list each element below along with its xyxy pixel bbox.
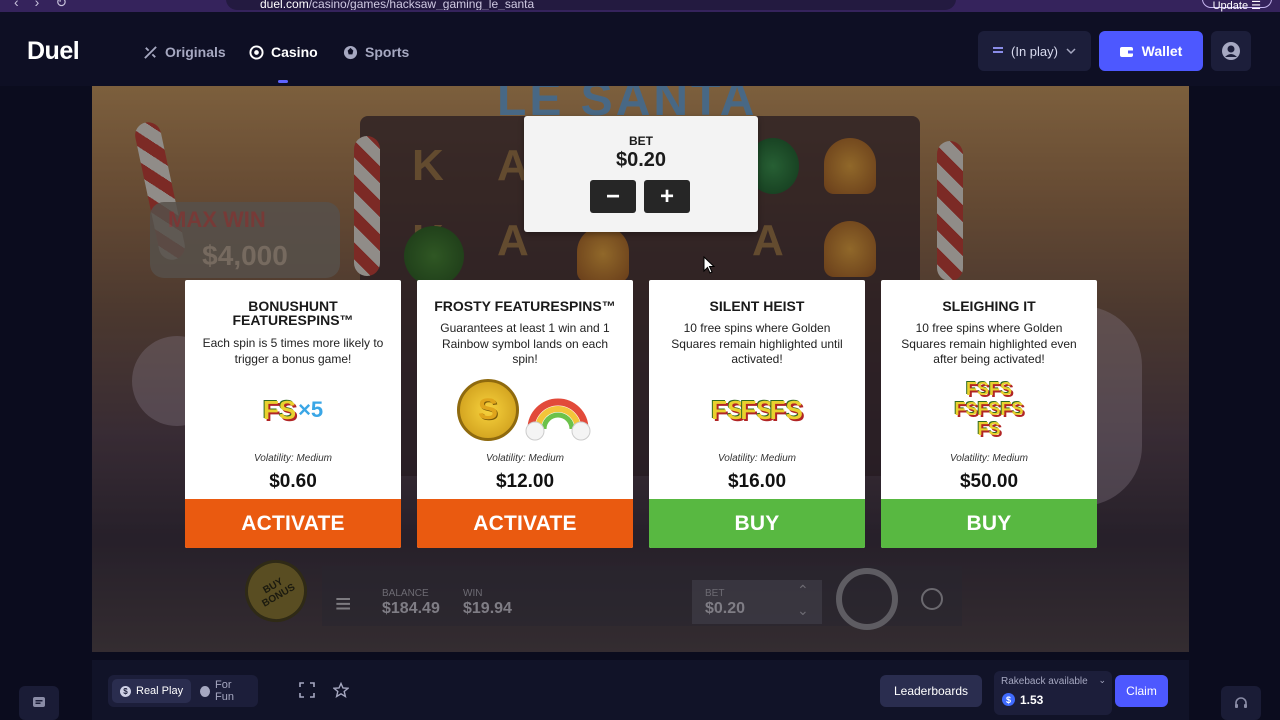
card-title: SILENT HEIST [709, 298, 805, 314]
bet-popup-value: $0.20 [615, 149, 667, 171]
wallet-button[interactable]: Wallet [1099, 31, 1203, 71]
user-avatar-icon [1222, 42, 1240, 60]
hud-balance-label: BALANCE [382, 588, 429, 599]
bet-up-icon[interactable]: ⌃ [797, 582, 809, 599]
url-path: /casino/games/hacksaw_gaming_le_santa [308, 0, 535, 10]
update-label: Update [1212, 0, 1249, 12]
bet-popup: BET $0.20 − + [524, 116, 758, 232]
card-title: SLEIGHING IT [942, 298, 1036, 314]
card-price: $12.00 [495, 471, 555, 492]
hud-bet-value: $0.20 [705, 600, 746, 617]
browser-nav-icons[interactable]: ‹›↻ [14, 0, 83, 11]
list-icon [993, 47, 1004, 53]
for-fun-label: For Fun [215, 679, 234, 703]
real-play-label: Real Play [136, 685, 184, 697]
card-volatility: Volatility: Medium [254, 453, 332, 464]
dollar-coin-icon: $ [120, 685, 131, 697]
buy-button[interactable]: BUY [649, 499, 865, 548]
fun-coin-icon [200, 685, 210, 697]
card-price: $0.60 [269, 471, 317, 492]
browser-update-button[interactable]: Update ☰ [1201, 0, 1272, 12]
card-description: 10 free spins where Golden Squares remai… [671, 321, 843, 366]
headset-icon [1235, 697, 1247, 708]
favorite-star-icon[interactable] [333, 682, 349, 698]
bonus-card-silent-heist: SILENT HEIST 10 free spins where Golden … [649, 280, 865, 548]
coin-rainbow-icon: S [417, 378, 633, 442]
spin-button[interactable] [836, 568, 898, 630]
card-description: 10 free spins where Golden Squares remai… [901, 321, 1077, 366]
card-volatility: Volatility: Medium [718, 453, 796, 464]
wallet-icon [1119, 46, 1133, 57]
hud-win-label: WIN [463, 588, 483, 599]
bet-decrease-button[interactable]: − [590, 180, 636, 213]
for-fun-option[interactable]: For Fun [192, 679, 258, 703]
card-volatility: Volatility: Medium [486, 453, 564, 464]
url-host: duel.com [260, 0, 309, 10]
bet-increase-button[interactable]: + [644, 180, 690, 213]
rakeback-panel[interactable]: Rakeback available ⌄ $ 1.53 [994, 671, 1112, 715]
rakeback-label: Rakeback available [1001, 676, 1088, 687]
gold-coin-icon: S [457, 379, 519, 441]
site-header: Duel Originals Casino Sports (In play) W… [0, 12, 1280, 86]
dollar-coin-icon: $ [1002, 693, 1015, 706]
activate-button[interactable]: ACTIVATE [417, 499, 633, 548]
nav-sports-label: Sports [365, 44, 410, 60]
profile-button[interactable] [1211, 31, 1251, 71]
chevron-down-icon: ⌄ [1098, 675, 1106, 685]
nav-sports[interactable]: Sports [343, 44, 409, 60]
fullscreen-icon[interactable] [299, 682, 315, 698]
card-price: $50.00 [959, 471, 1019, 492]
rainbow-icon [525, 398, 591, 441]
autoplay-icon[interactable] [921, 588, 943, 610]
hud-win-value: $19.94 [463, 600, 512, 617]
wallet-label: Wallet [1141, 43, 1183, 59]
casino-chip-icon [249, 44, 264, 60]
featurespins-triple-icon: FS FS FS [711, 394, 803, 425]
balance-currency-select[interactable]: (In play) [978, 31, 1091, 71]
url-bar[interactable]: duel.com/casino/games/hacksaw_gaming_le_… [226, 0, 956, 10]
game-hud: BUY BONUS ≡ BALANCE $184.49 WIN $19.94 B… [92, 548, 1189, 634]
mouse-cursor-icon [703, 256, 715, 274]
rakeback-value: 1.53 [1020, 693, 1044, 707]
card-description: Each spin is 5 times more likely to trig… [202, 336, 384, 366]
nav-casino[interactable]: Casino [249, 44, 318, 60]
support-button[interactable] [1221, 686, 1261, 720]
hud-balance-value: $184.49 [382, 600, 440, 617]
real-play-option[interactable]: $ Real Play [112, 679, 192, 703]
activate-button[interactable]: ACTIVATE [185, 499, 401, 548]
nav-originals-label: Originals [165, 44, 226, 60]
nav-active-indicator [278, 80, 288, 83]
sports-ball-icon [343, 45, 358, 59]
nav-casino-label: Casino [271, 44, 318, 60]
hud-bet-label: BET [705, 588, 725, 599]
hamburger-menu-icon[interactable]: ≡ [335, 588, 351, 620]
featurespins-stack-icon: FSFS FSFSFS FS [954, 379, 1024, 439]
browser-toolbar: ‹›↻ duel.com/casino/games/hacksaw_gaming… [0, 0, 1280, 12]
bet-down-icon[interactable]: ⌄ [797, 602, 809, 619]
originals-icon [144, 45, 157, 59]
card-volatility: Volatility: Medium [950, 453, 1028, 464]
card-title: BONUSHUNT FEATURESPINS™ [232, 298, 354, 328]
duel-logo[interactable]: Duel [27, 37, 80, 66]
bonus-card-frosty: FROSTY FEATURESPINS™ Guarantees at least… [417, 280, 633, 548]
bet-popup-label: BET [629, 134, 653, 148]
card-price: $16.00 [727, 471, 787, 492]
leaderboards-button[interactable]: Leaderboards [880, 675, 982, 707]
chat-button[interactable] [19, 686, 59, 720]
card-title: FROSTY FEATURESPINS™ [434, 298, 616, 314]
featurespins-x5-icon: FS ×5 [262, 394, 324, 425]
game-bottom-bar: $ Real Play For Fun Leaderboards Rakebac… [92, 660, 1189, 720]
bonus-card-sleighing-it: SLEIGHING IT 10 free spins where Golden … [881, 280, 1097, 548]
chevron-down-icon [1066, 48, 1076, 55]
nav-originals[interactable]: Originals [143, 44, 226, 60]
claim-button[interactable]: Claim [1115, 675, 1168, 707]
card-description: Guarantees at least 1 win and 1 Rainbow … [440, 321, 610, 366]
bonus-card-bonushunt: BONUSHUNT FEATURESPINS™ Each spin is 5 t… [185, 280, 401, 548]
chat-icon [33, 697, 45, 707]
play-mode-toggle: $ Real Play For Fun [108, 675, 258, 707]
buy-button[interactable]: BUY [881, 499, 1097, 548]
balance-select-value: (In play) [1011, 43, 1058, 59]
